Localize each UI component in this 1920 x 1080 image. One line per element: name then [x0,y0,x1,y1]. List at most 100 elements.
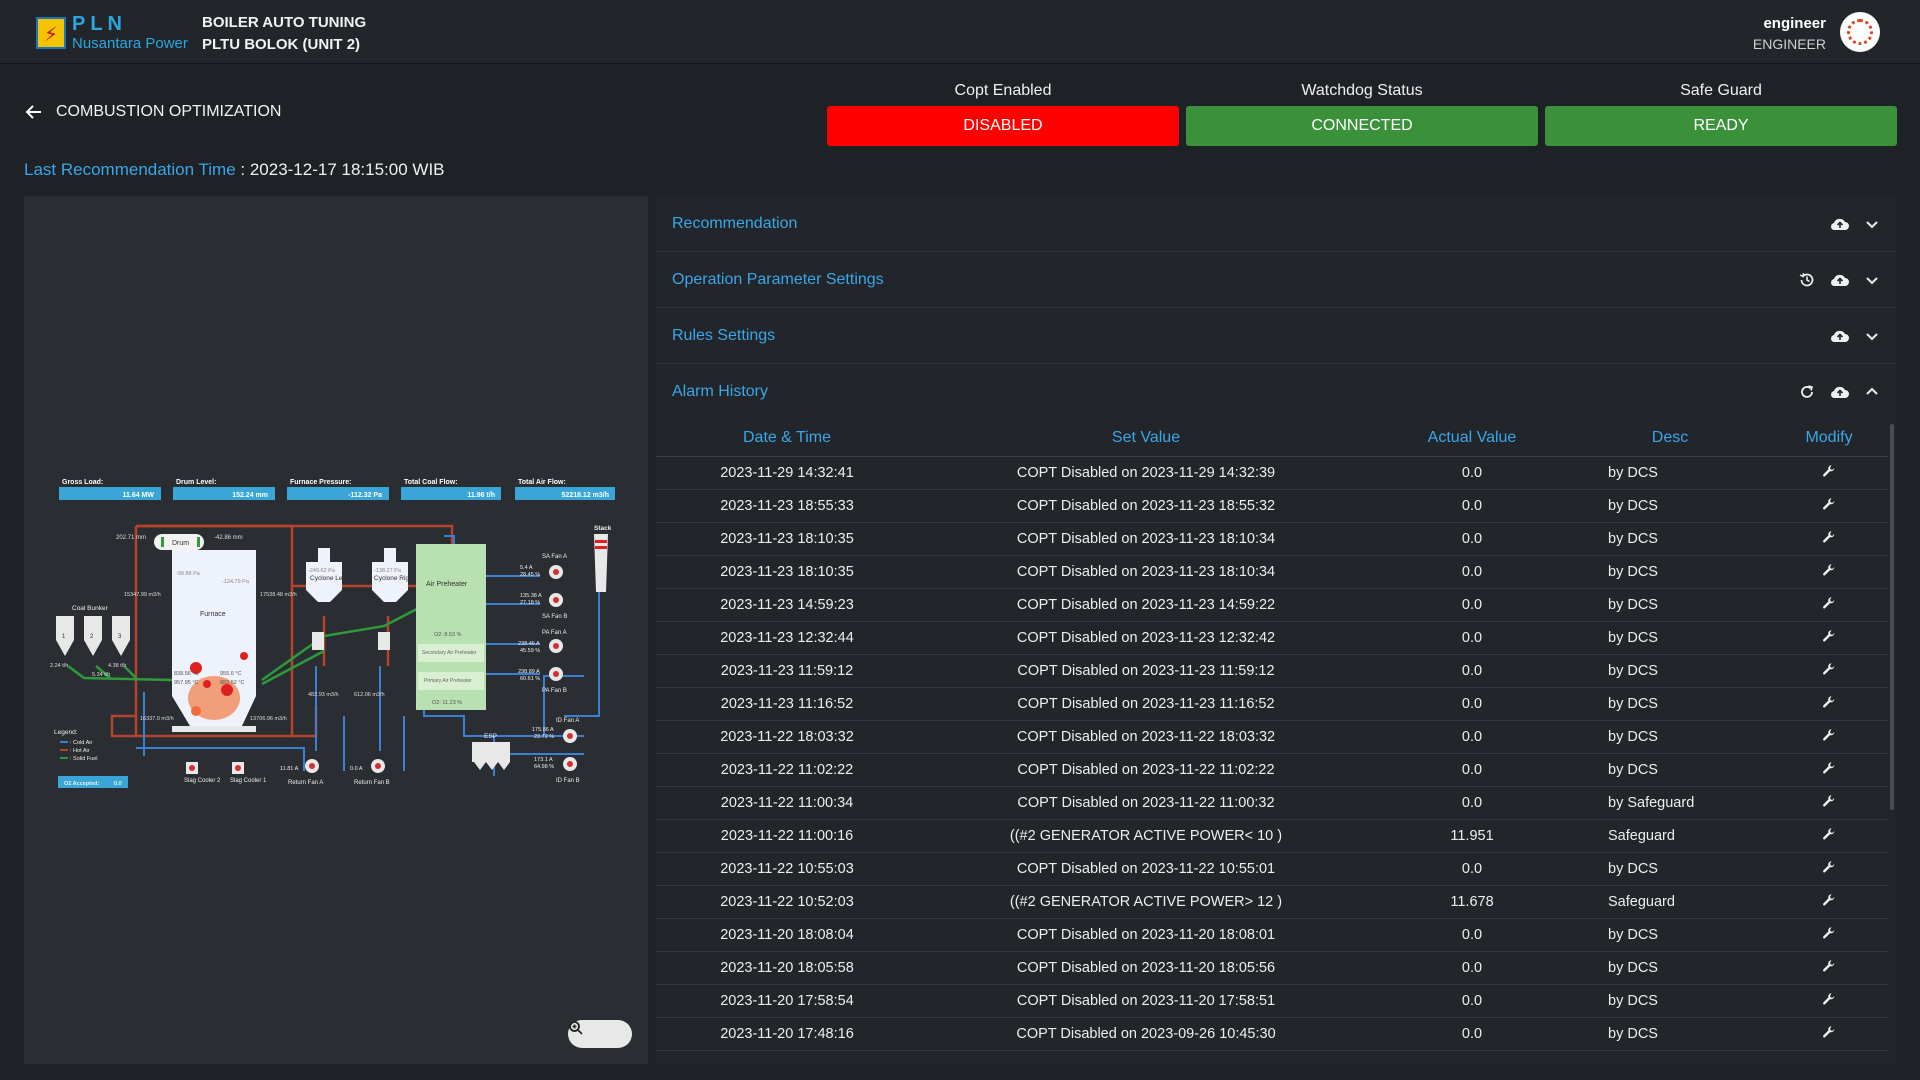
furnace-p1: -99.88 Pa [176,571,201,577]
cell-actual-value: 0.0 [1374,786,1570,820]
back-link[interactable]: COMBUSTION OPTIMIZATION [24,102,281,122]
table-row: 2023-11-23 18:55:33 COPT Disabled on 2023… [656,489,1888,523]
wrench-icon[interactable] [1822,992,1836,1010]
history-icon[interactable] [1798,271,1816,289]
cell-actual-value: 0.0 [1374,588,1570,622]
cell-set-value: COPT Disabled on 2023-11-22 11:02:22 [918,753,1374,787]
operation-parameter-settings-accordion[interactable]: Operation Parameter Settings [656,252,1896,308]
table-row: 2023-11-20 17:48:16 COPT Disabled on 2023… [656,1017,1888,1051]
operation-parameter-settings-title: Operation Parameter Settings [672,270,884,288]
chevron-up-icon[interactable] [1864,384,1880,400]
wrench-icon[interactable] [1822,959,1836,977]
cell-date-time: 2023-11-23 11:59:12 [656,654,918,688]
bunker-flow-c: 5.34 t/h [92,672,110,678]
recommendation-accordion[interactable]: Recommendation [656,196,1896,252]
cell-modify [1770,489,1888,523]
cell-modify [1770,819,1888,853]
wrench-icon[interactable] [1822,860,1836,878]
cell-actual-value: 0.0 [1374,1017,1570,1051]
cell-actual-value: 0.0 [1374,852,1570,886]
total-coal-flow-card: Total Coal Flow: 11.96 t/h [401,479,501,500]
cloud-upload-icon[interactable] [1830,384,1850,400]
cell-date-time: 2023-11-20 17:48:16 [656,1017,918,1051]
cell-desc: by DCS [1570,951,1770,985]
table-row: 2023-11-22 11:00:16 ((#2 GENERATOR ACTIVE… [656,819,1888,853]
wrench-icon[interactable] [1822,563,1836,581]
cell-modify [1770,951,1888,985]
cell-actual-value: 0.0 [1374,654,1570,688]
col-desc[interactable]: Desc [1570,420,1770,457]
cell-actual-value: 0.0 [1374,555,1570,589]
cell-desc: by DCS [1570,555,1770,589]
cell-date-time: 2023-11-22 10:55:03 [656,852,918,886]
copt-enabled-value[interactable]: DISABLED [827,106,1179,146]
rules-settings-title: Rules Settings [672,326,776,344]
cell-modify [1770,852,1888,886]
total-coal-flow-value: 11.96 t/h [467,492,495,499]
table-header-row: Date & Time Set Value Actual Value Desc … [656,420,1888,457]
recommendation-title: Recommendation [672,214,798,232]
cell-desc: by DCS [1570,687,1770,721]
cell-desc: by DCS [1570,1017,1770,1051]
cell-set-value: COPT Disabled on 2023-11-23 18:55:32 [918,489,1374,523]
cell-set-value: COPT Disabled on 2023-11-23 12:32:42 [918,621,1374,655]
table-row: 2023-11-22 10:55:03 COPT Disabled on 2023… [656,852,1888,886]
sa-fan-a-2: 28.45 % [520,572,540,578]
cell-date-time: 2023-11-23 18:10:35 [656,522,918,556]
wrench-icon[interactable] [1822,728,1836,746]
alarm-history-accordion[interactable]: Alarm History [656,364,1896,420]
temp-2: 955.6 °C [220,671,241,677]
wrench-icon[interactable] [1822,464,1836,482]
boiler-diagram: Gross Load: 11.64 MW Drum Level: 152.24 … [50,479,615,788]
cell-desc: by Safeguard [1570,786,1770,820]
cell-modify [1770,588,1888,622]
cyclone-right-value: -138.27 Pa [374,568,402,574]
col-actual-value[interactable]: Actual Value [1374,420,1570,457]
table-row: 2023-11-22 11:00:34 COPT Disabled on 2023… [656,786,1888,820]
wrench-icon[interactable] [1822,926,1836,944]
avatar[interactable] [1840,12,1880,52]
chevron-down-icon[interactable] [1864,328,1880,344]
chevron-down-icon[interactable] [1864,216,1880,232]
wrench-icon[interactable] [1822,629,1836,647]
alarm-history-table: Date & Time Set Value Actual Value Desc … [656,420,1888,1051]
wrench-icon[interactable] [1822,695,1836,713]
wrench-icon[interactable] [1822,497,1836,515]
wrench-icon[interactable] [1822,662,1836,680]
rules-settings-accordion[interactable]: Rules Settings [656,308,1896,364]
col-date-time[interactable]: Date & Time [656,420,918,457]
total-air-flow-label: Total Air Flow: [518,479,566,486]
refresh-icon[interactable] [1798,383,1816,401]
table-row: 2023-11-23 11:16:52 COPT Disabled on 2023… [656,687,1888,721]
pa-fan-a-1: 238.46 A [518,641,540,647]
logo-sub: Nusantara Power [72,35,188,52]
col-set-value[interactable]: Set Value [918,420,1374,457]
last-recommendation-value: : 2023-12-17 18:15:00 WIB [235,160,445,179]
cell-modify [1770,456,1888,490]
user-info[interactable]: engineer ENGINEER [1753,14,1826,54]
wrench-icon[interactable] [1822,761,1836,779]
cell-actual-value: 0.0 [1374,489,1570,523]
cell-date-time: 2023-11-22 11:00:34 [656,786,918,820]
wrench-icon[interactable] [1822,1025,1836,1043]
cell-modify [1770,522,1888,556]
cloud-upload-icon[interactable] [1830,216,1850,232]
top-bar: ⚡ PLN Nusantara Power BOILER AUTO TUNING… [0,0,1920,64]
wrench-icon[interactable] [1822,596,1836,614]
chevron-down-icon[interactable] [1864,272,1880,288]
cell-set-value: COPT Disabled on 2023-11-23 14:59:22 [918,588,1374,622]
wrench-icon[interactable] [1822,893,1836,911]
cloud-upload-icon[interactable] [1830,328,1850,344]
cloud-upload-icon[interactable] [1830,272,1850,288]
zoom-button[interactable] [568,1020,632,1048]
table-scrollbar[interactable] [1890,424,1894,810]
furnace-pressure-label: Furnace Pressure: [290,479,351,486]
cell-modify [1770,984,1888,1018]
sa-fan-a-1: 5.4 A [520,565,533,571]
wrench-icon[interactable] [1822,530,1836,548]
wrench-icon[interactable] [1822,827,1836,845]
cell-actual-value: 0.0 [1374,621,1570,655]
wrench-icon[interactable] [1822,794,1836,812]
table-row: 2023-11-20 17:58:54 COPT Disabled on 2023… [656,984,1888,1018]
cell-set-value: COPT Disabled on 2023-09-26 10:45:30 [918,1017,1374,1051]
